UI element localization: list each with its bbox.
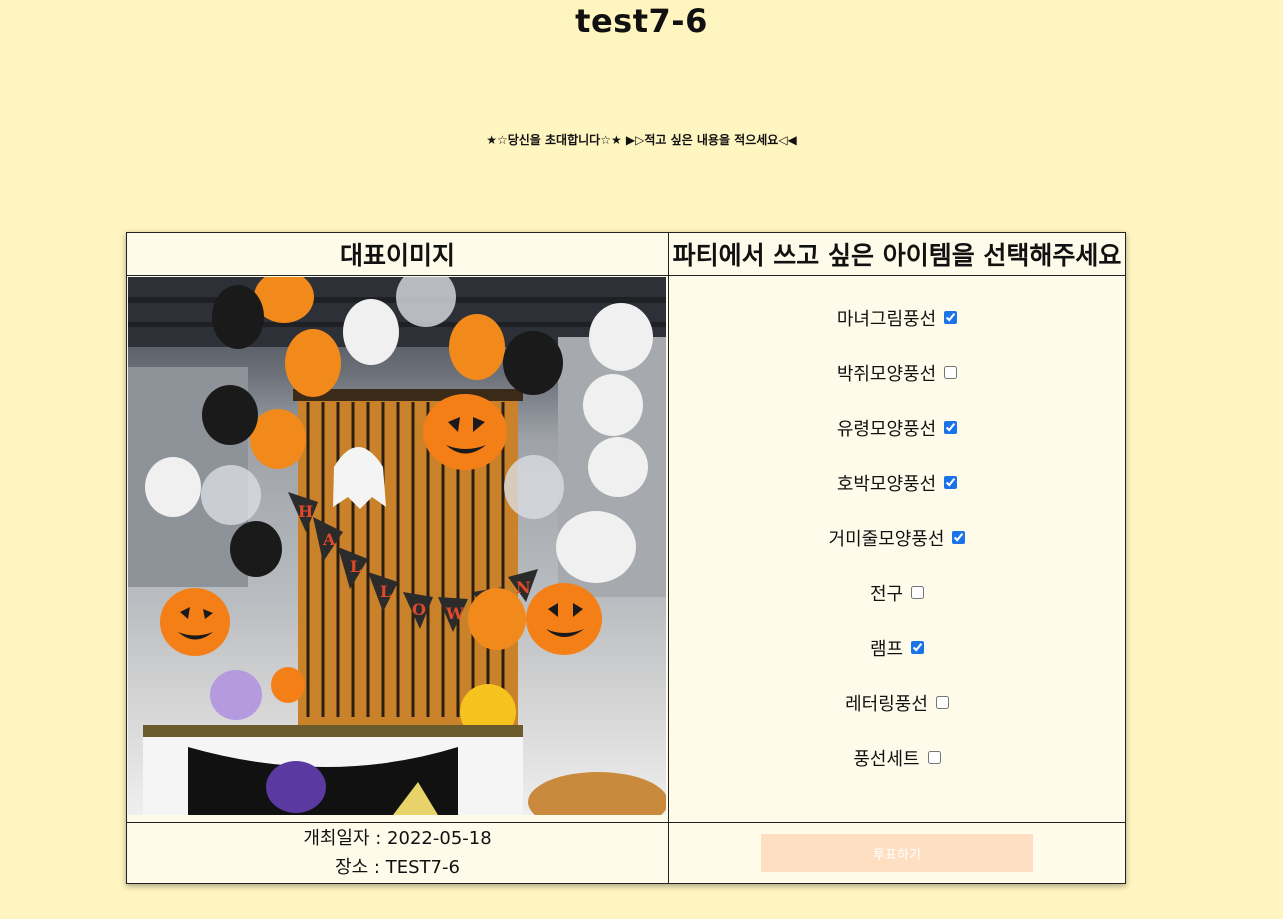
- option-item[interactable]: 램프: [669, 634, 1125, 689]
- svg-text:A: A: [322, 530, 336, 549]
- image-cell: HAL LOW EN: [126, 275, 669, 823]
- vote-button[interactable]: 투표하기: [761, 834, 1033, 872]
- page-title: test7-6: [575, 2, 708, 40]
- options-list: 마녀그림풍선박쥐모양풍선유령모양풍선호박모양풍선거미줄모양풍선전구램프레터링풍선…: [669, 304, 1125, 799]
- option-checkbox[interactable]: [944, 366, 958, 379]
- representative-image: HAL LOW EN: [128, 277, 666, 815]
- option-item[interactable]: 거미줄모양풍선: [669, 524, 1125, 579]
- option-checkbox[interactable]: [944, 421, 958, 434]
- option-item[interactable]: 풍선세트: [669, 744, 1125, 799]
- option-label: 전구: [869, 584, 904, 605]
- svg-text:O: O: [412, 600, 426, 619]
- option-label: 호박모양풍선: [836, 474, 937, 495]
- image-header: 대표이미지: [126, 232, 669, 276]
- vote-cell: 투표하기: [668, 822, 1126, 884]
- options-header: 파티에서 쓰고 싶은 아이템을 선택해주세요: [668, 232, 1126, 276]
- option-label: 유령모양풍선: [836, 419, 937, 440]
- option-checkbox[interactable]: [935, 696, 949, 709]
- option-label: 램프: [869, 639, 904, 660]
- event-info: 개최일자 : 2022-05-18 장소 : TEST7-6: [126, 822, 669, 884]
- option-item[interactable]: 호박모양풍선: [669, 469, 1125, 524]
- option-checkbox[interactable]: [911, 586, 925, 599]
- event-date: 개최일자 : 2022-05-18: [303, 828, 492, 849]
- option-item[interactable]: 레터링풍선: [669, 689, 1125, 744]
- option-label: 거미줄모양풍선: [828, 529, 945, 550]
- option-label: 레터링풍선: [845, 694, 928, 715]
- svg-text:L: L: [350, 557, 361, 576]
- option-label: 박쥐모양풍선: [836, 364, 937, 385]
- option-item[interactable]: 전구: [669, 579, 1125, 634]
- options-cell: 마녀그림풍선박쥐모양풍선유령모양풍선호박모양풍선거미줄모양풍선전구램프레터링풍선…: [668, 275, 1126, 823]
- option-checkbox[interactable]: [927, 751, 941, 764]
- event-place: 장소 : TEST7-6: [335, 857, 460, 878]
- option-label: 풍선세트: [853, 749, 920, 770]
- svg-text:H: H: [298, 502, 313, 521]
- vote-table: 대표이미지 파티에서 쓰고 싶은 아이템을 선택해주세요 H A L L O W…: [126, 232, 1126, 884]
- halloween-party-photo: HAL LOW EN: [128, 277, 666, 815]
- option-item[interactable]: 마녀그림풍선: [669, 304, 1125, 359]
- svg-text:L: L: [380, 582, 391, 601]
- option-checkbox[interactable]: [944, 476, 958, 489]
- option-checkbox[interactable]: [944, 311, 958, 324]
- option-label: 마녀그림풍선: [836, 309, 937, 330]
- option-item[interactable]: 유령모양풍선: [669, 414, 1125, 469]
- option-checkbox[interactable]: [952, 531, 966, 544]
- svg-text:N: N: [516, 578, 531, 597]
- option-checkbox[interactable]: [911, 641, 925, 654]
- invitation-text: ★☆당신을 초대합니다☆★ ▶▷적고 싶은 내용을 적으세요◁◀: [486, 133, 797, 147]
- option-item[interactable]: 박쥐모양풍선: [669, 359, 1125, 414]
- svg-text:W: W: [445, 604, 465, 623]
